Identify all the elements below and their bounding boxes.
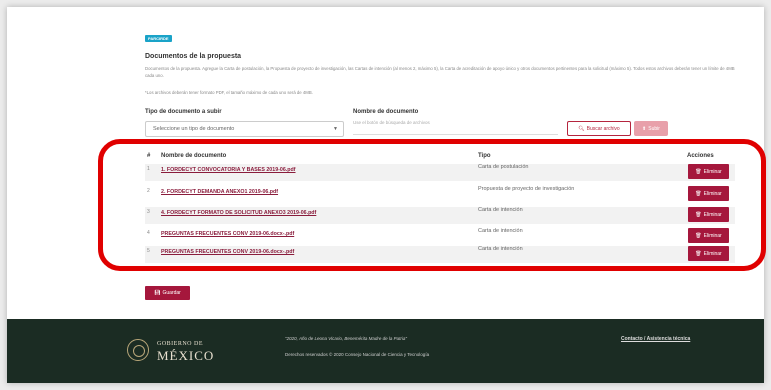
document-type-select[interactable]: Seleccione un tipo de documento ▼ (145, 121, 344, 137)
contact-link[interactable]: Contacto / Asistencia técnica (621, 336, 690, 342)
section-title: Documentos de la propuesta (145, 53, 242, 60)
highlight-annotation (98, 139, 766, 271)
upload-button[interactable]: ⬆ Subir (634, 121, 668, 136)
document-type-value: Seleccione un tipo de documento (153, 126, 235, 132)
footer-rights: Derechos reservados © 2020 Consejo Nacio… (285, 352, 430, 357)
search-icon: 🔍︎ (578, 125, 585, 132)
save-label: Guardar (162, 290, 181, 296)
section-badge: PARCIRDE (145, 35, 172, 42)
government-seal-icon (127, 339, 149, 361)
chevron-down-icon: ▼ (333, 126, 338, 132)
save-button[interactable]: 💾︎ Guardar (145, 286, 190, 300)
format-note: *Los archivos deberán tener formato PDF,… (145, 90, 313, 95)
document-name-field[interactable]: Use el botón de búsqueda de archivos (353, 120, 558, 135)
footer: GOBIERNO DE MÉXICO "2020, Año de Leona V… (7, 319, 764, 383)
save-icon: 💾︎ (154, 290, 161, 296)
government-name-line1: GOBIERNO DE (157, 341, 203, 347)
upload-label: Subir (648, 125, 660, 132)
government-name-line2: MÉXICO (157, 348, 215, 363)
document-name-label: Nombre de documento (353, 109, 419, 115)
upload-icon: ⬆ (642, 125, 647, 132)
document-type-label: Tipo de documento a subir (145, 109, 222, 115)
browse-file-label: Buscar archivo (586, 125, 620, 132)
footer-quote: "2020, Año de Leona Vicario, Benemérita … (285, 336, 408, 341)
section-description: Documentos de la propuesta. Agregue la C… (145, 66, 735, 78)
browse-file-button[interactable]: 🔍︎ Buscar archivo (567, 121, 631, 136)
